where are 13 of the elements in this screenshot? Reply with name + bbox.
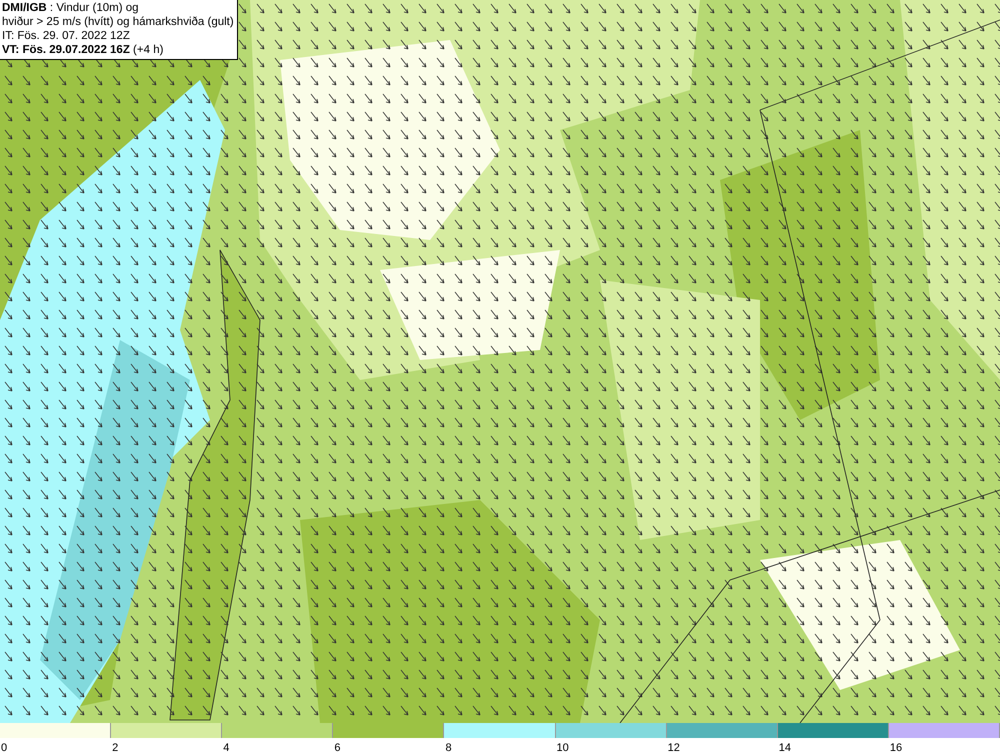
- title-line: IT: Fös. 29. 07. 2022 12Z: [2, 29, 130, 43]
- title-line: DMI/IGB : Vindur (10m) og: [2, 1, 139, 15]
- legend-label: 16: [888, 742, 902, 753]
- legend-label: 2: [111, 742, 118, 753]
- legend-label: 10: [556, 742, 569, 753]
- legend-label: 0: [0, 742, 8, 753]
- legend-label: 12: [666, 742, 680, 753]
- legend-label: 4: [222, 742, 230, 753]
- legend-label: 8: [444, 742, 452, 753]
- title-line: hviður > 25 m/s (hvítt) og hámarkshviða (gult): [2, 15, 234, 29]
- title-line: VT: Fös. 29.07.2022 16Z (+4 h): [2, 43, 164, 57]
- legend-label: 6: [333, 742, 340, 753]
- legend-label: 14: [778, 742, 792, 753]
